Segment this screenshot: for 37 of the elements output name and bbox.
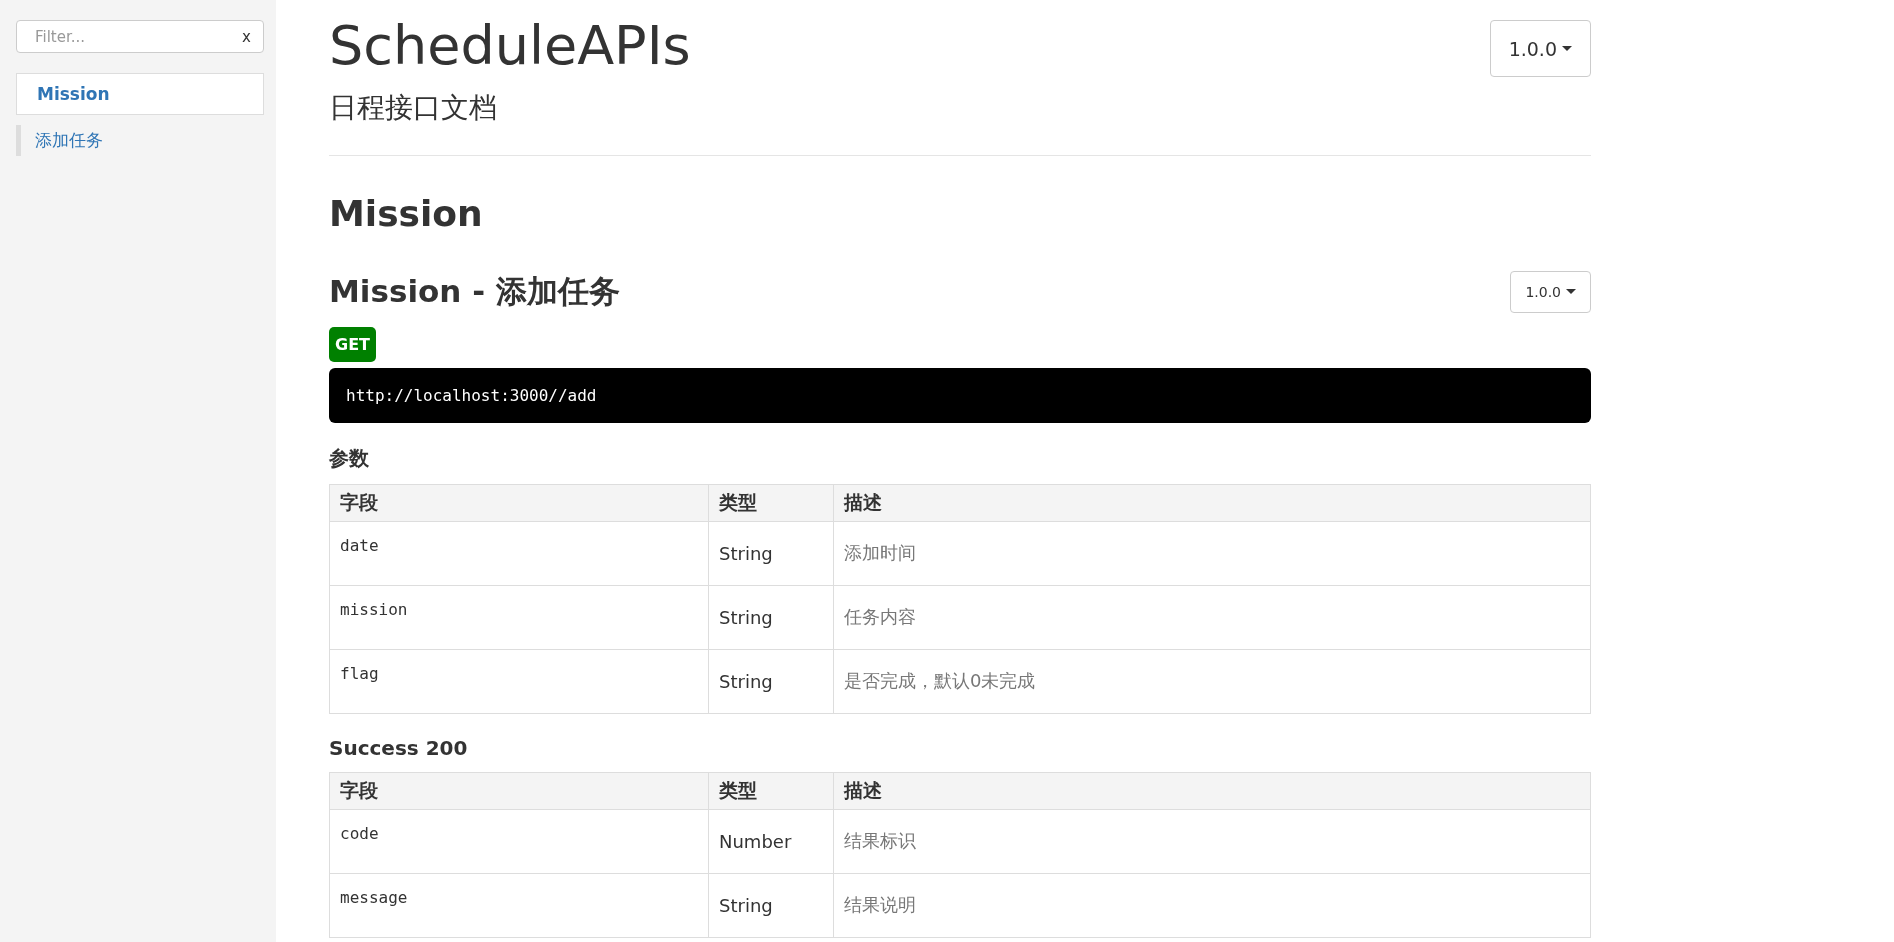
table-cell: mission [329, 585, 709, 650]
endpoint-title: Mission - 添加任务 [329, 272, 620, 311]
column-header: 描述 [833, 484, 1591, 522]
version-dropdown[interactable]: 1.0.0 [1510, 271, 1591, 313]
table-cell: flag [329, 649, 709, 714]
table-cell: String [708, 521, 834, 586]
table-cell: message [329, 873, 709, 938]
table-cell: 结果标识 [833, 809, 1591, 874]
table-cell: String [708, 873, 834, 938]
section-title: Mission [329, 191, 484, 235]
nav-item[interactable]: 添加任务 [16, 125, 264, 156]
page-subtitle: 日程接口文档 [329, 89, 498, 126]
column-header: 描述 [833, 772, 1591, 810]
table-title: Success 200 [329, 736, 469, 760]
table-cell: code [329, 809, 709, 874]
clear-button[interactable]: x [242, 27, 251, 46]
column-header: 字段 [329, 484, 709, 522]
method-badge: GET [329, 327, 376, 362]
table-cell: String [708, 649, 834, 714]
table-cell: 是否完成，默认0未完成 [833, 649, 1591, 714]
column-header: 类型 [708, 484, 834, 522]
table-cell: 任务内容 [833, 585, 1591, 650]
page-title: ScheduleAPIs [329, 14, 691, 79]
table-title: 参数 [329, 445, 370, 472]
table-cell: 添加时间 [833, 521, 1591, 586]
table-cell: 结果说明 [833, 873, 1591, 938]
table-cell: Number [708, 809, 834, 874]
caret-icon [1566, 289, 1576, 295]
column-header: 类型 [708, 772, 834, 810]
version-dropdown[interactable]: 1.0.0 [1489, 20, 1591, 77]
column-header: 字段 [329, 772, 709, 810]
filter-field[interactable]: Filter... x [16, 20, 264, 53]
endpoint-url: http://localhost:3000//add [329, 368, 1591, 423]
table-cell: date [329, 521, 709, 586]
caret-icon [1562, 46, 1572, 51]
nav-group-header[interactable]: Mission [16, 73, 264, 115]
table-cell: String [708, 585, 834, 650]
